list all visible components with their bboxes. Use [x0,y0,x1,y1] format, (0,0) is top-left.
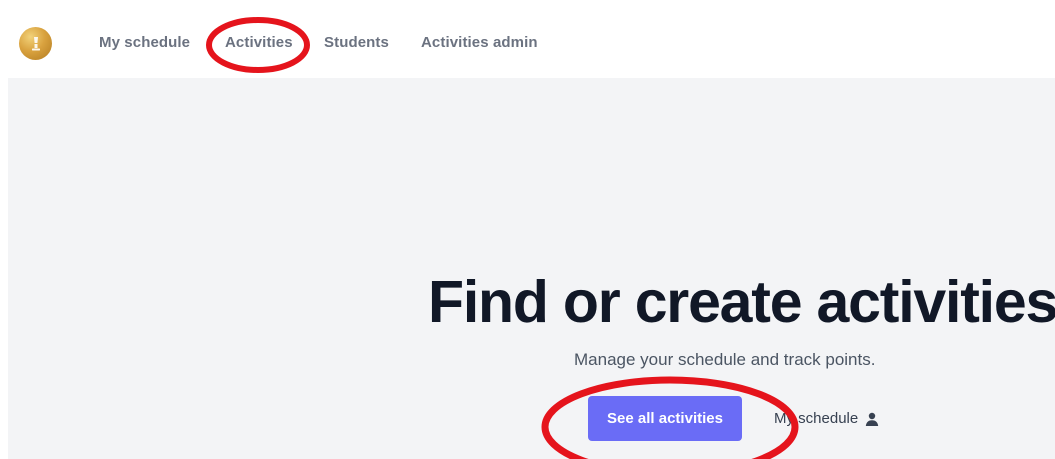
nav-students[interactable]: Students [324,34,389,52]
top-navbar: My schedule Activities Students Activiti… [0,0,1055,78]
my-schedule-link-label: My schedule [774,410,859,427]
user-icon [866,412,879,426]
see-all-activities-button[interactable]: See all activities [588,396,742,441]
nav-activities[interactable]: Activities [225,34,293,52]
hero-subtitle: Manage your schedule and track points. [574,350,876,369]
trophy-icon [31,36,40,50]
nav-activities-admin[interactable]: Activities admin [421,34,538,52]
nav-my-schedule[interactable]: My schedule [99,34,190,52]
hero-section: Find or create activities Manage your sc… [8,78,1055,459]
my-schedule-link[interactable]: My schedule [774,410,879,428]
hero-title: Find or create activities [428,269,1055,335]
app-logo[interactable] [19,27,52,60]
